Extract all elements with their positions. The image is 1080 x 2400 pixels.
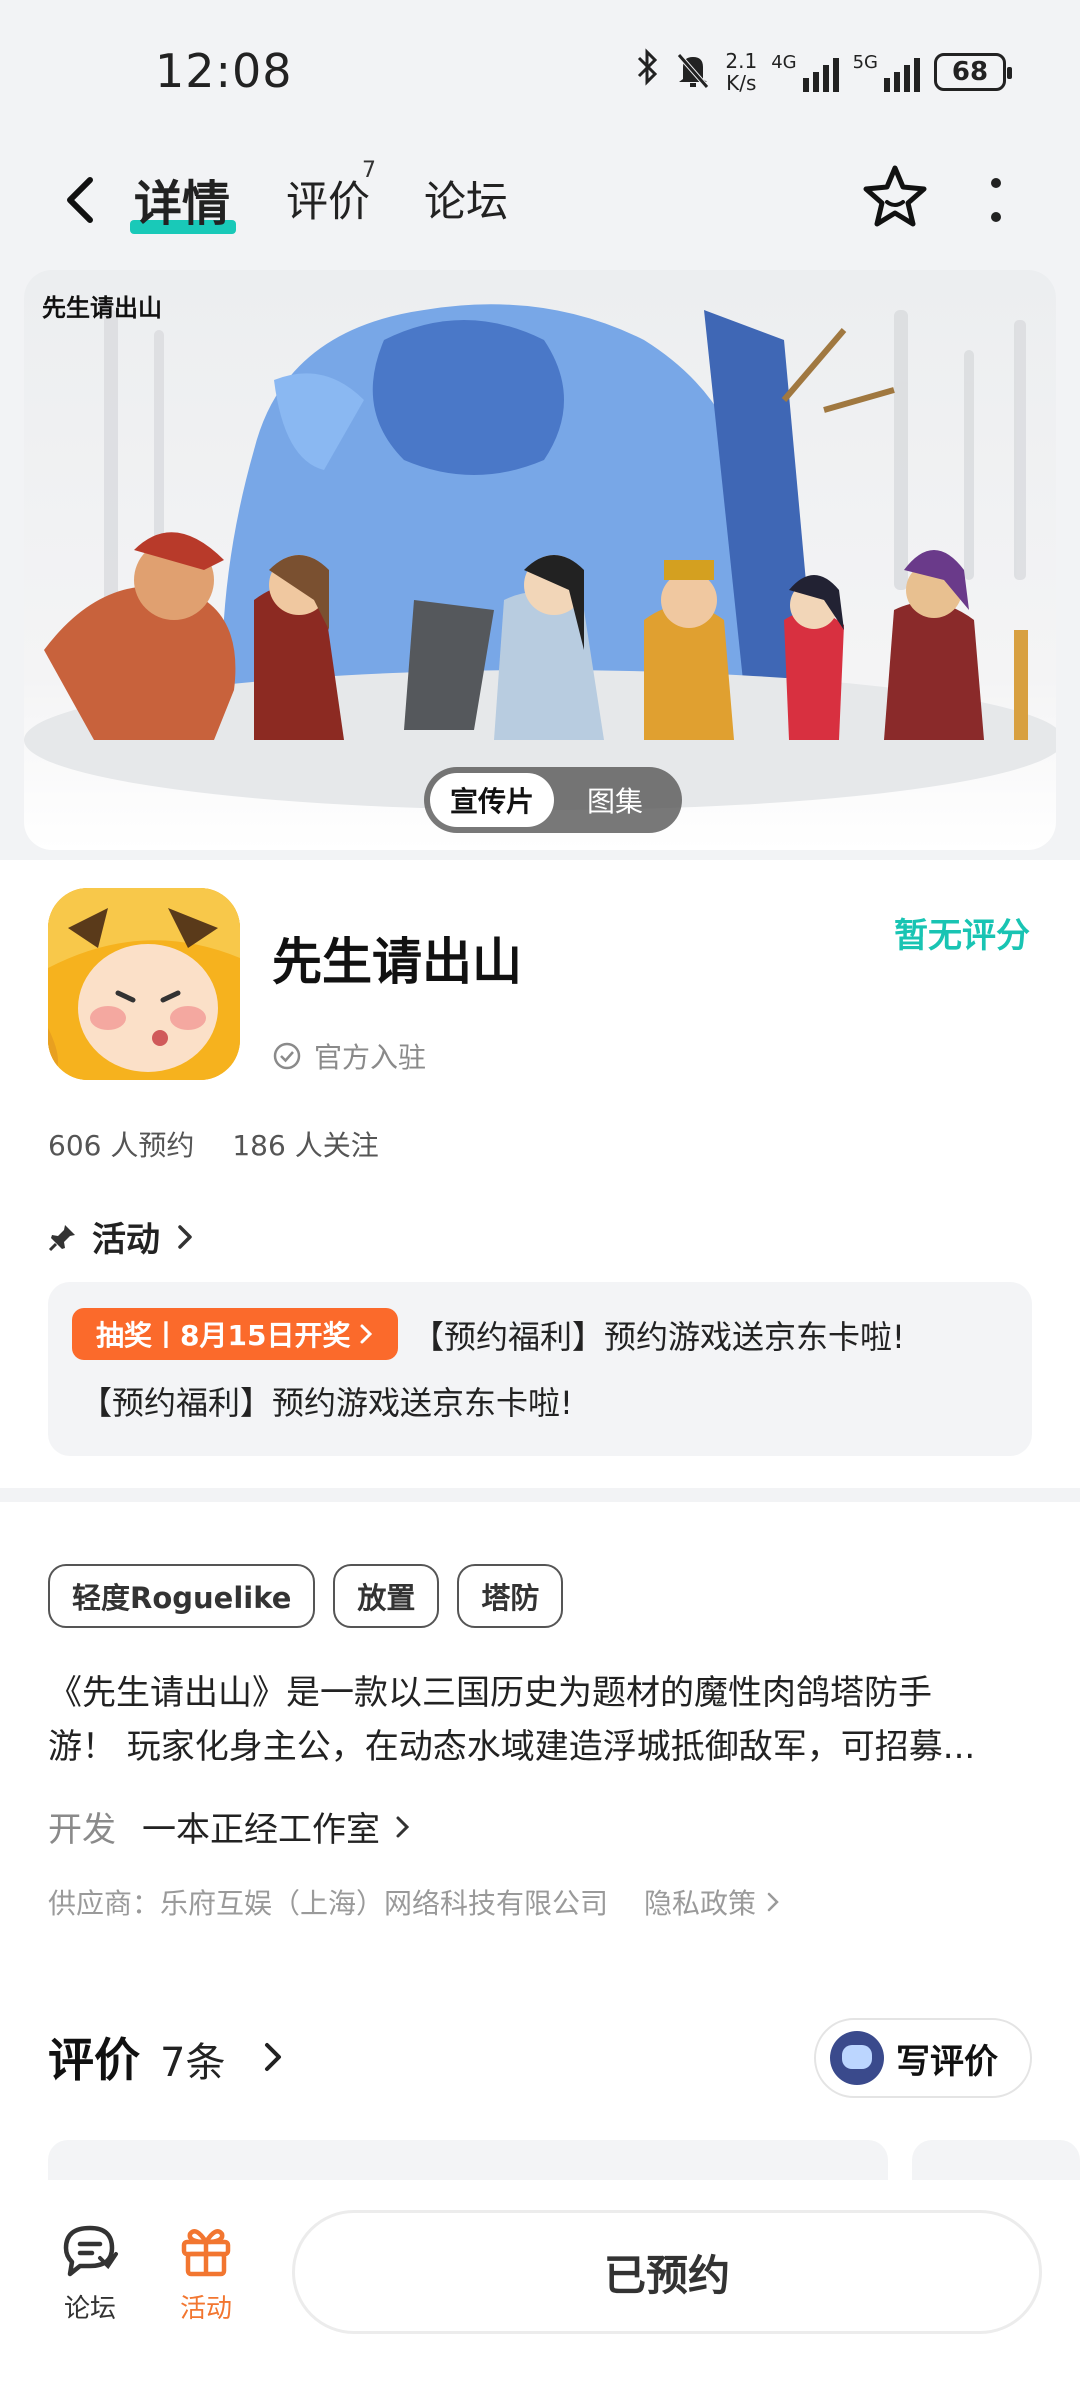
developer-row[interactable]: 开发 一本正经工作室: [48, 1802, 412, 1851]
bottom-tab-activity[interactable]: 活动: [176, 2220, 236, 2325]
bottom-tab-forum[interactable]: 论坛: [60, 2220, 120, 2325]
bottom-tab-activity-label: 活动: [179, 2294, 232, 2324]
verified-check-icon: [273, 1042, 301, 1070]
nav-bar: 详情 评价 7 论坛: [0, 140, 1080, 260]
game-description[interactable]: 《先生请出山》是一款以三国历史为题材的魔性肉鸽塔防手 游！ 玩家化身主公，在动态…: [48, 1666, 1038, 1774]
write-review-button[interactable]: 写评价: [814, 2018, 1032, 2098]
follow-count: 186 人关注: [232, 1129, 379, 1162]
signal-4g-icon: 4G: [771, 51, 839, 92]
privacy-policy-label: 隐私政策: [644, 1887, 757, 1920]
battery-icon: 68: [934, 52, 1012, 91]
status-icons: 2.1 K/s 4G 5G 68: [635, 48, 1012, 95]
status-time: 12:08: [155, 44, 293, 98]
game-stats: 606 人预约 186 人关注: [48, 1124, 379, 1164]
activity-item-2[interactable]: 【预约福利】预约游戏送京东卡啦!: [80, 1378, 573, 1424]
chevron-right-icon: [178, 1224, 192, 1249]
tab-reviews[interactable]: 评价: [286, 168, 370, 229]
official-badge: 官方入驻: [272, 1036, 426, 1076]
lottery-badge-label: 抽奖丨8月15日开奖: [96, 1319, 351, 1352]
chevron-right-icon: [396, 1816, 410, 1837]
tab-reviews-badge: 7: [362, 158, 376, 183]
chevron-right-icon: [360, 1324, 373, 1344]
more-options-icon[interactable]: [986, 178, 1006, 222]
banner-artwork: [24, 304, 1056, 810]
reservation-count: 606 人预约: [48, 1129, 195, 1162]
game-title: 先生请出山: [272, 933, 522, 991]
game-app-icon: [48, 888, 240, 1080]
signal-5g-icon: 5G: [853, 52, 920, 92]
activity-header[interactable]: 活动: [48, 1212, 196, 1261]
developer-label: 开发: [48, 1810, 116, 1850]
tag-list: 轻度Roguelike 放置 塔防: [48, 1564, 564, 1628]
rating-text: 暂无评分: [894, 916, 1030, 956]
developer-name: 一本正经工作室: [142, 1802, 412, 1851]
net-speed: 2.1 K/s: [725, 50, 757, 94]
pin-icon: [48, 1224, 75, 1251]
tab-details[interactable]: 详情: [134, 164, 230, 234]
supplier-row: 供应商：乐府互娱（上海）网络科技有限公司 隐私政策: [48, 1882, 780, 1922]
banner-section: 先生请出山 宣传片 图集: [0, 260, 1080, 860]
banner-logo: 先生请出山: [42, 293, 162, 322]
tag-idle[interactable]: 放置: [333, 1564, 440, 1628]
activity-card[interactable]: 抽奖丨8月15日开奖 【预约福利】预约游戏送京东卡啦! 【预约福利】预约游戏送京…: [48, 1282, 1032, 1456]
chevron-right-icon: [767, 1892, 779, 1912]
lottery-badge: 抽奖丨8月15日开奖: [72, 1308, 399, 1360]
media-toggle: 宣传片 图集: [424, 767, 682, 833]
chevron-right-icon: [265, 2043, 282, 2071]
privacy-policy-link[interactable]: 隐私政策: [644, 1882, 780, 1922]
net-speed-value: 2.1: [725, 48, 758, 73]
tab-trailer[interactable]: 宣传片: [430, 773, 554, 827]
back-arrow-icon[interactable]: [56, 170, 106, 230]
tab-gallery[interactable]: 图集: [554, 780, 676, 820]
tab-forum[interactable]: 论坛: [424, 168, 508, 229]
reviews-header[interactable]: 评价 7条: [48, 2024, 287, 2090]
write-review-label: 写评价: [896, 2041, 998, 2082]
bottom-action-bar: 论坛 活动 已预约: [0, 2180, 1080, 2400]
description-line-1: 《先生请出山》是一款以三国历史为题材的魔性肉鸽塔防手: [48, 1673, 932, 1713]
official-label: 官方入驻: [314, 1041, 427, 1074]
status-bar: 12:08 2.1 K/s 4G 5G 68: [0, 0, 1080, 140]
mascot-avatar-icon: [830, 2031, 884, 2085]
signal-5g-label: 5G: [852, 51, 878, 73]
net-speed-unit: K/s: [726, 70, 757, 95]
supplier-text: 供应商：乐府互娱（上海）网络科技有限公司: [48, 1887, 609, 1920]
reviews-count: 7条: [160, 2040, 226, 2086]
reviews-title: 评价: [48, 2033, 140, 2087]
bottom-tab-forum-label: 论坛: [63, 2294, 116, 2324]
activity-title: 活动: [92, 1220, 160, 1260]
activity-item-1[interactable]: 【预约福利】预约游戏送京东卡啦!: [412, 1312, 905, 1358]
developer-name-text: 一本正经工作室: [142, 1810, 380, 1850]
tag-roguelike[interactable]: 轻度Roguelike: [48, 1564, 316, 1628]
favorite-star-icon[interactable]: [860, 162, 930, 232]
mute-bell-icon: [675, 51, 711, 93]
tag-tower-defense[interactable]: 塔防: [457, 1564, 564, 1628]
bluetooth-icon: [635, 48, 661, 95]
description-line-2: 游！ 玩家化身主公，在动态水域建造浮城抵御敌军，可招募...: [48, 1727, 976, 1767]
section-divider: [0, 1488, 1080, 1502]
reserved-button[interactable]: 已预约: [292, 2210, 1042, 2334]
chat-bubble-icon: [63, 2225, 118, 2277]
signal-4g-label: 4G: [771, 51, 797, 73]
promo-banner[interactable]: 先生请出山 宣传片 图集: [24, 270, 1056, 850]
gift-icon: [181, 2229, 231, 2277]
